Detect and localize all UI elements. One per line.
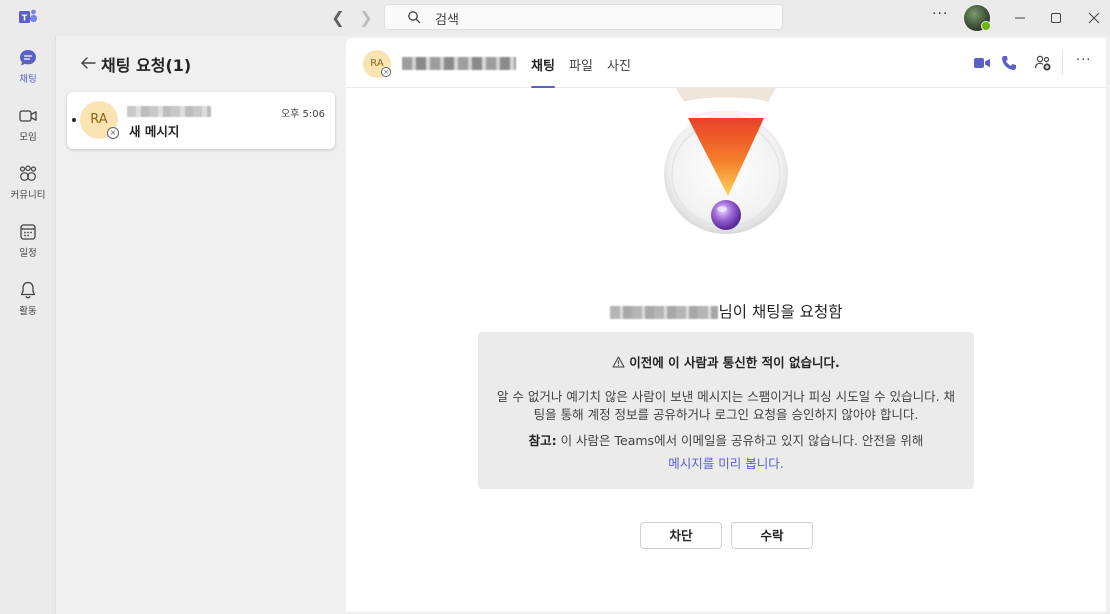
chat-request-heading: 님이 채팅을 요청함 <box>346 300 1106 322</box>
forward-arrow-icon: ❯ <box>359 8 373 27</box>
rail-label-community: 커뮤니티 <box>10 190 46 201</box>
header-divider <box>1062 51 1063 75</box>
rail-item-community[interactable]: 커뮤니티 <box>0 164 56 210</box>
app-rail: 채팅 모임 커뮤니티 일정 활동 <box>0 36 56 614</box>
add-people-icon[interactable] <box>1034 54 1052 72</box>
rail-label-chat: 채팅 <box>19 74 37 85</box>
note-text: 이 사람은 Teams에서 이메일을 공유하고 있지 않습니다. 안전을 위해 <box>556 433 924 448</box>
video-icon <box>19 110 37 122</box>
title-bar: T ❮ ❯ 검색 ··· <box>0 0 1110 36</box>
rail-item-meet[interactable]: 모임 <box>0 106 56 152</box>
search-box[interactable]: 검색 <box>384 4 783 30</box>
maximize-icon[interactable] <box>1046 8 1066 28</box>
tab-files[interactable]: 파일 <box>569 55 593 74</box>
svg-text:T: T <box>22 14 28 23</box>
note-label: 참고: <box>528 433 557 448</box>
warning-title: 이전에 이 사람과 통신한 적이 없습니다. <box>478 352 974 371</box>
rail-item-calendar[interactable]: 일정 <box>0 222 56 268</box>
minimize-icon[interactable] <box>1010 8 1030 28</box>
conversation-pane: RA × 채팅 파일 사진 ··· 님이 채팅을 요청함 이전에 이 사람과 통… <box>346 38 1106 612</box>
warning-body: 알 수 없거나 예기치 않은 사람이 보낸 메시지는 스팸이거나 피싱 시도일 … <box>496 389 956 422</box>
presence-unknown-icon: × <box>107 127 119 139</box>
tab-photos[interactable]: 사진 <box>607 55 631 74</box>
search-icon <box>408 11 421 24</box>
unread-dot-icon <box>72 118 76 122</box>
presence-unknown-icon: × <box>381 67 391 77</box>
chat-request-card[interactable]: RA × 오후 5:06 새 메시지 <box>67 92 335 149</box>
rail-label-calendar: 일정 <box>19 248 37 259</box>
presence-available-icon <box>981 21 991 31</box>
back-arrow-icon[interactable]: ❮ <box>328 8 348 28</box>
page-title: 채팅 요청(1) <box>101 56 192 75</box>
warning-illustration-icon <box>664 88 788 234</box>
rail-item-chat[interactable]: 채팅 <box>0 48 56 94</box>
conversation-header: RA × 채팅 파일 사진 ··· <box>346 38 1106 88</box>
message-preview: 새 메시지 <box>129 124 180 139</box>
redacted-requester-name <box>609 306 718 319</box>
redacted-contact-name <box>402 57 516 70</box>
back-arrow-icon[interactable] <box>79 54 97 72</box>
note-line: 참고: 이 사람은 Teams에서 이메일을 공유하고 있지 않습니다. 안전을… <box>492 430 960 449</box>
message-time: 오후 5:06 <box>280 109 325 120</box>
community-icon <box>19 165 37 181</box>
chat-icon <box>20 50 36 66</box>
warning-triangle-icon <box>612 356 625 368</box>
tab-chat[interactable]: 채팅 <box>531 55 555 74</box>
chat-request-list-pane: 채팅 요청(1) RA × 오후 5:06 새 메시지 <box>57 36 345 614</box>
more-options-button[interactable]: ··· <box>1076 53 1091 68</box>
teams-logo-icon[interactable]: T <box>18 8 38 26</box>
bell-icon <box>20 281 36 299</box>
rail-label-activity: 활동 <box>19 306 37 317</box>
rail-item-activity[interactable]: 활동 <box>0 280 56 326</box>
search-placeholder[interactable]: 검색 <box>435 9 459 28</box>
chat-request-heading-text: 님이 채팅을 요청함 <box>718 303 843 321</box>
calendar-icon <box>20 224 36 240</box>
active-tab-indicator <box>531 86 555 88</box>
close-icon[interactable] <box>1084 8 1104 28</box>
warning-title-text: 이전에 이 사람과 통신한 적이 없습니다. <box>629 355 840 370</box>
accept-button[interactable]: 수락 <box>731 522 813 549</box>
rail-label-meet: 모임 <box>19 132 37 143</box>
more-options-button[interactable]: ··· <box>932 6 948 22</box>
block-button[interactable]: 차단 <box>640 522 722 549</box>
redacted-sender-name <box>127 106 211 117</box>
audio-call-icon[interactable] <box>1000 54 1018 72</box>
video-call-icon[interactable] <box>973 54 991 72</box>
preview-message-link[interactable]: 메시지를 미리 봅니다. <box>478 453 974 472</box>
warning-box: 이전에 이 사람과 통신한 적이 없습니다. 알 수 없거나 예기치 않은 사람… <box>478 332 974 489</box>
